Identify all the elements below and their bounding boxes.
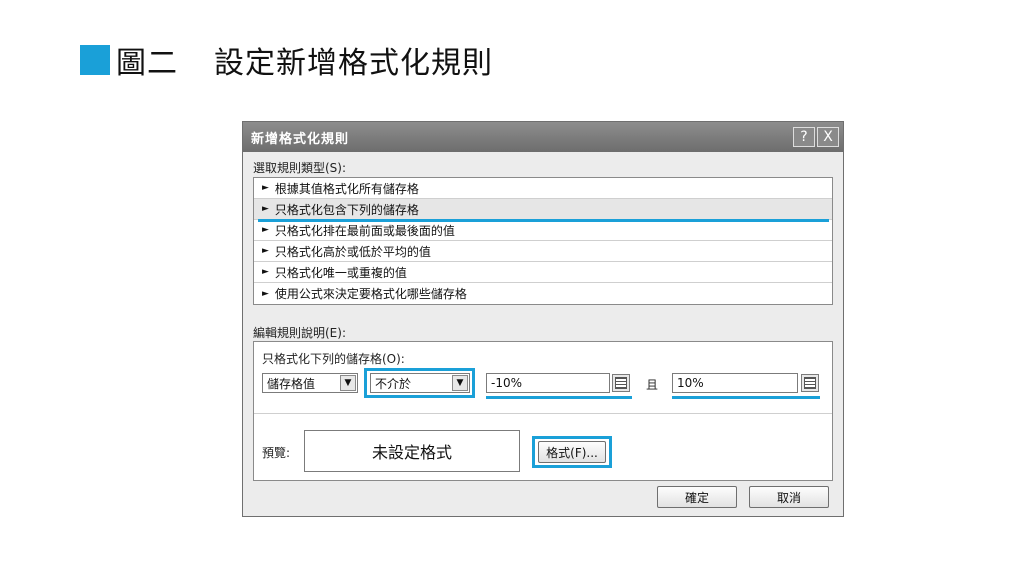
edit-rule-panel: 只格式化下列的儲存格(O): 儲存格值 ▼ 不介於 ▼ -10% 且 10% 預… <box>253 341 833 481</box>
divider <box>254 413 832 414</box>
triangle-right-icon: ► <box>262 288 269 299</box>
operator-highlight <box>364 368 475 398</box>
triangle-right-icon: ► <box>262 267 269 277</box>
value2-highlight <box>672 396 820 399</box>
rule-type-item[interactable]: ► 只格式化排在最前面或最後面的值 <box>254 220 832 241</box>
triangle-right-icon: ► <box>262 183 269 193</box>
dialog-title: 新增格式化規則 <box>251 131 350 147</box>
triangle-right-icon: ► <box>262 225 269 235</box>
preview-box: 未設定格式 <box>304 430 520 472</box>
value2-input[interactable]: 10% <box>672 373 798 393</box>
format-button-highlight <box>532 436 612 468</box>
edit-rule-description-label: 編輯規則說明(E): <box>253 326 346 340</box>
rule-type-item[interactable]: ► 根據其值格式化所有儲存格 <box>254 178 832 199</box>
select-rule-type-label: 選取規則類型(S): <box>253 161 347 175</box>
triangle-right-icon: ► <box>262 204 269 214</box>
value2-range-button[interactable] <box>801 374 819 392</box>
preview-label: 預覽: <box>262 446 291 460</box>
triangle-right-icon: ► <box>262 246 269 256</box>
range-select-icon <box>804 377 816 389</box>
value1-input[interactable]: -10% <box>486 373 610 393</box>
rule-type-item[interactable]: ► 只格式化唯一或重複的值 <box>254 262 832 283</box>
range-select-icon <box>615 377 627 389</box>
value1-highlight <box>486 396 632 399</box>
caption-label: 圖二 <box>116 46 178 81</box>
rule-type-item[interactable]: ► 使用公式來決定要格式化哪些儲存格 <box>254 283 832 304</box>
caption-square-icon <box>80 45 110 75</box>
figure-caption: 圖二 設定新增格式化規則 <box>80 40 493 81</box>
close-button[interactable]: X <box>817 127 839 147</box>
help-button[interactable]: ? <box>793 127 815 147</box>
and-label: 且 <box>646 378 659 392</box>
caption-title: 設定新增格式化規則 <box>214 46 493 81</box>
value1-range-button[interactable] <box>612 374 630 392</box>
dialog-titlebar: 新增格式化規則 ? X <box>243 122 843 152</box>
rule-type-item[interactable]: ► 只格式化高於或低於平均的值 <box>254 241 832 262</box>
condition-type-select[interactable]: 儲存格值 ▼ <box>262 373 358 393</box>
rule-type-list: ► 根據其值格式化所有儲存格 ► 只格式化包含下列的儲存格 ► 只格式化排在最前面或最… <box>253 177 833 305</box>
cancel-button[interactable]: 取消 <box>749 486 829 508</box>
rule-type-item-selected[interactable]: ► 只格式化包含下列的儲存格 <box>254 199 832 222</box>
format-only-cells-label: 只格式化下列的儲存格(O): <box>262 352 405 366</box>
new-formatting-rule-dialog: 新增格式化規則 ? X 選取規則類型(S): ► 根據其值格式化所有儲存格 ► 只格… <box>242 121 844 517</box>
chevron-down-icon: ▼ <box>340 375 356 391</box>
ok-button[interactable]: 確定 <box>657 486 737 508</box>
